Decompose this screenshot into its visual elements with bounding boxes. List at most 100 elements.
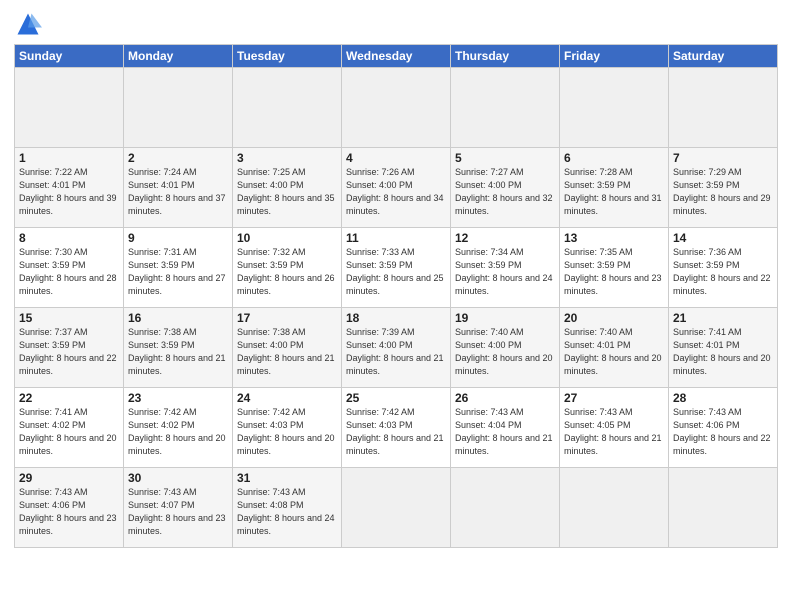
calendar-cell: 28Sunrise: 7:43 AMSunset: 4:06 PMDayligh… — [669, 388, 778, 468]
day-number: 21 — [673, 311, 773, 325]
day-number: 3 — [237, 151, 337, 165]
calendar-cell: 5 Sunrise: 7:27 AMSunset: 4:00 PMDaylight… — [451, 148, 560, 228]
day-number: 19 — [455, 311, 555, 325]
day-info: Sunrise: 7:43 AMSunset: 4:07 PMDaylight:… — [128, 487, 226, 536]
calendar-cell: 30 Sunrise: 7:43 AMSunset: 4:07 PMDayligh… — [124, 468, 233, 548]
day-number: 22 — [19, 391, 119, 405]
calendar-cell — [342, 468, 451, 548]
day-number: 16 — [128, 311, 228, 325]
day-info: Sunrise: 7:42 AMSunset: 4:02 PMDaylight:… — [128, 407, 226, 456]
calendar-week-2: 8 Sunrise: 7:30 AMSunset: 3:59 PMDaylight… — [15, 228, 778, 308]
day-number: 1 — [19, 151, 119, 165]
day-info: Sunrise: 7:41 AMSunset: 4:01 PMDaylight:… — [673, 327, 771, 376]
day-number: 20 — [564, 311, 664, 325]
day-number: 10 — [237, 231, 337, 245]
day-info: Sunrise: 7:25 AMSunset: 4:00 PMDaylight:… — [237, 167, 335, 216]
calendar-cell: 6Sunrise: 7:28 AMSunset: 3:59 PMDaylight… — [560, 148, 669, 228]
calendar-week-3: 15 Sunrise: 7:37 AMSunset: 3:59 PMDayligh… — [15, 308, 778, 388]
calendar-cell — [669, 468, 778, 548]
calendar-cell: 4 Sunrise: 7:26 AMSunset: 4:00 PMDaylight… — [342, 148, 451, 228]
day-info: Sunrise: 7:42 AMSunset: 4:03 PMDaylight:… — [237, 407, 335, 456]
calendar-cell: 17 Sunrise: 7:38 AMSunset: 4:00 PMDayligh… — [233, 308, 342, 388]
calendar-cell — [560, 468, 669, 548]
calendar-cell: 12Sunrise: 7:34 AMSunset: 3:59 PMDayligh… — [451, 228, 560, 308]
day-number: 30 — [128, 471, 228, 485]
calendar-week-4: 22 Sunrise: 7:41 AMSunset: 4:02 PMDayligh… — [15, 388, 778, 468]
calendar-header-tuesday: Tuesday — [233, 45, 342, 68]
day-info: Sunrise: 7:43 AMSunset: 4:05 PMDaylight:… — [564, 407, 662, 456]
day-number: 2 — [128, 151, 228, 165]
day-number: 25 — [346, 391, 446, 405]
day-info: Sunrise: 7:22 AMSunset: 4:01 PMDaylight:… — [19, 167, 117, 216]
calendar-cell: 22 Sunrise: 7:41 AMSunset: 4:02 PMDayligh… — [15, 388, 124, 468]
day-info: Sunrise: 7:38 AMSunset: 3:59 PMDaylight:… — [128, 327, 226, 376]
day-number: 11 — [346, 231, 446, 245]
calendar-cell: 29Sunrise: 7:43 AMSunset: 4:06 PMDayligh… — [15, 468, 124, 548]
day-info: Sunrise: 7:32 AMSunset: 3:59 PMDaylight:… — [237, 247, 335, 296]
day-info: Sunrise: 7:41 AMSunset: 4:02 PMDaylight:… — [19, 407, 117, 456]
calendar-cell: 23Sunrise: 7:42 AMSunset: 4:02 PMDayligh… — [124, 388, 233, 468]
calendar-header-wednesday: Wednesday — [342, 45, 451, 68]
calendar-cell: 7 Sunrise: 7:29 AMSunset: 3:59 PMDaylight… — [669, 148, 778, 228]
day-number: 24 — [237, 391, 337, 405]
logo-icon — [14, 10, 42, 38]
calendar-cell: 20 Sunrise: 7:40 AMSunset: 4:01 PMDayligh… — [560, 308, 669, 388]
calendar-week-5: 29Sunrise: 7:43 AMSunset: 4:06 PMDayligh… — [15, 468, 778, 548]
day-number: 8 — [19, 231, 119, 245]
calendar-cell: 24 Sunrise: 7:42 AMSunset: 4:03 PMDayligh… — [233, 388, 342, 468]
calendar-cell: 21 Sunrise: 7:41 AMSunset: 4:01 PMDayligh… — [669, 308, 778, 388]
calendar: SundayMondayTuesdayWednesdayThursdayFrid… — [14, 44, 778, 548]
day-info: Sunrise: 7:38 AMSunset: 4:00 PMDaylight:… — [237, 327, 335, 376]
calendar-cell: 27 Sunrise: 7:43 AMSunset: 4:05 PMDayligh… — [560, 388, 669, 468]
calendar-cell — [451, 468, 560, 548]
calendar-cell: 9Sunrise: 7:31 AMSunset: 3:59 PMDaylight… — [124, 228, 233, 308]
calendar-cell — [15, 68, 124, 148]
day-number: 17 — [237, 311, 337, 325]
logo — [14, 10, 46, 38]
day-number: 18 — [346, 311, 446, 325]
day-number: 7 — [673, 151, 773, 165]
calendar-header-sunday: Sunday — [15, 45, 124, 68]
day-number: 12 — [455, 231, 555, 245]
calendar-cell: 16 Sunrise: 7:38 AMSunset: 3:59 PMDayligh… — [124, 308, 233, 388]
day-info: Sunrise: 7:30 AMSunset: 3:59 PMDaylight:… — [19, 247, 117, 296]
day-info: Sunrise: 7:43 AMSunset: 4:06 PMDaylight:… — [19, 487, 117, 536]
day-number: 4 — [346, 151, 446, 165]
calendar-cell — [451, 68, 560, 148]
day-info: Sunrise: 7:39 AMSunset: 4:00 PMDaylight:… — [346, 327, 444, 376]
calendar-cell: 18 Sunrise: 7:39 AMSunset: 4:00 PMDayligh… — [342, 308, 451, 388]
day-info: Sunrise: 7:26 AMSunset: 4:00 PMDaylight:… — [346, 167, 444, 216]
day-info: Sunrise: 7:37 AMSunset: 3:59 PMDaylight:… — [19, 327, 117, 376]
calendar-cell: 13Sunrise: 7:35 AMSunset: 3:59 PMDayligh… — [560, 228, 669, 308]
calendar-cell: 14 Sunrise: 7:36 AMSunset: 3:59 PMDayligh… — [669, 228, 778, 308]
calendar-cell — [233, 68, 342, 148]
calendar-cell: 11 Sunrise: 7:33 AMSunset: 3:59 PMDayligh… — [342, 228, 451, 308]
day-info: Sunrise: 7:40 AMSunset: 4:01 PMDaylight:… — [564, 327, 662, 376]
day-number: 31 — [237, 471, 337, 485]
day-info: Sunrise: 7:29 AMSunset: 3:59 PMDaylight:… — [673, 167, 771, 216]
day-number: 15 — [19, 311, 119, 325]
day-number: 9 — [128, 231, 228, 245]
calendar-week-1: 1 Sunrise: 7:22 AMSunset: 4:01 PMDaylight… — [15, 148, 778, 228]
calendar-cell: 1 Sunrise: 7:22 AMSunset: 4:01 PMDaylight… — [15, 148, 124, 228]
day-number: 27 — [564, 391, 664, 405]
calendar-header-saturday: Saturday — [669, 45, 778, 68]
calendar-header-friday: Friday — [560, 45, 669, 68]
calendar-cell — [560, 68, 669, 148]
calendar-header-row: SundayMondayTuesdayWednesdayThursdayFrid… — [15, 45, 778, 68]
day-number: 14 — [673, 231, 773, 245]
calendar-week-0 — [15, 68, 778, 148]
day-number: 13 — [564, 231, 664, 245]
day-info: Sunrise: 7:36 AMSunset: 3:59 PMDaylight:… — [673, 247, 771, 296]
calendar-cell — [669, 68, 778, 148]
day-info: Sunrise: 7:42 AMSunset: 4:03 PMDaylight:… — [346, 407, 444, 456]
calendar-cell — [342, 68, 451, 148]
calendar-cell: 8 Sunrise: 7:30 AMSunset: 3:59 PMDaylight… — [15, 228, 124, 308]
day-info: Sunrise: 7:33 AMSunset: 3:59 PMDaylight:… — [346, 247, 444, 296]
calendar-cell: 25 Sunrise: 7:42 AMSunset: 4:03 PMDayligh… — [342, 388, 451, 468]
calendar-header-monday: Monday — [124, 45, 233, 68]
day-number: 5 — [455, 151, 555, 165]
calendar-cell — [124, 68, 233, 148]
day-info: Sunrise: 7:27 AMSunset: 4:00 PMDaylight:… — [455, 167, 553, 216]
calendar-cell: 31Sunrise: 7:43 AMSunset: 4:08 PMDayligh… — [233, 468, 342, 548]
